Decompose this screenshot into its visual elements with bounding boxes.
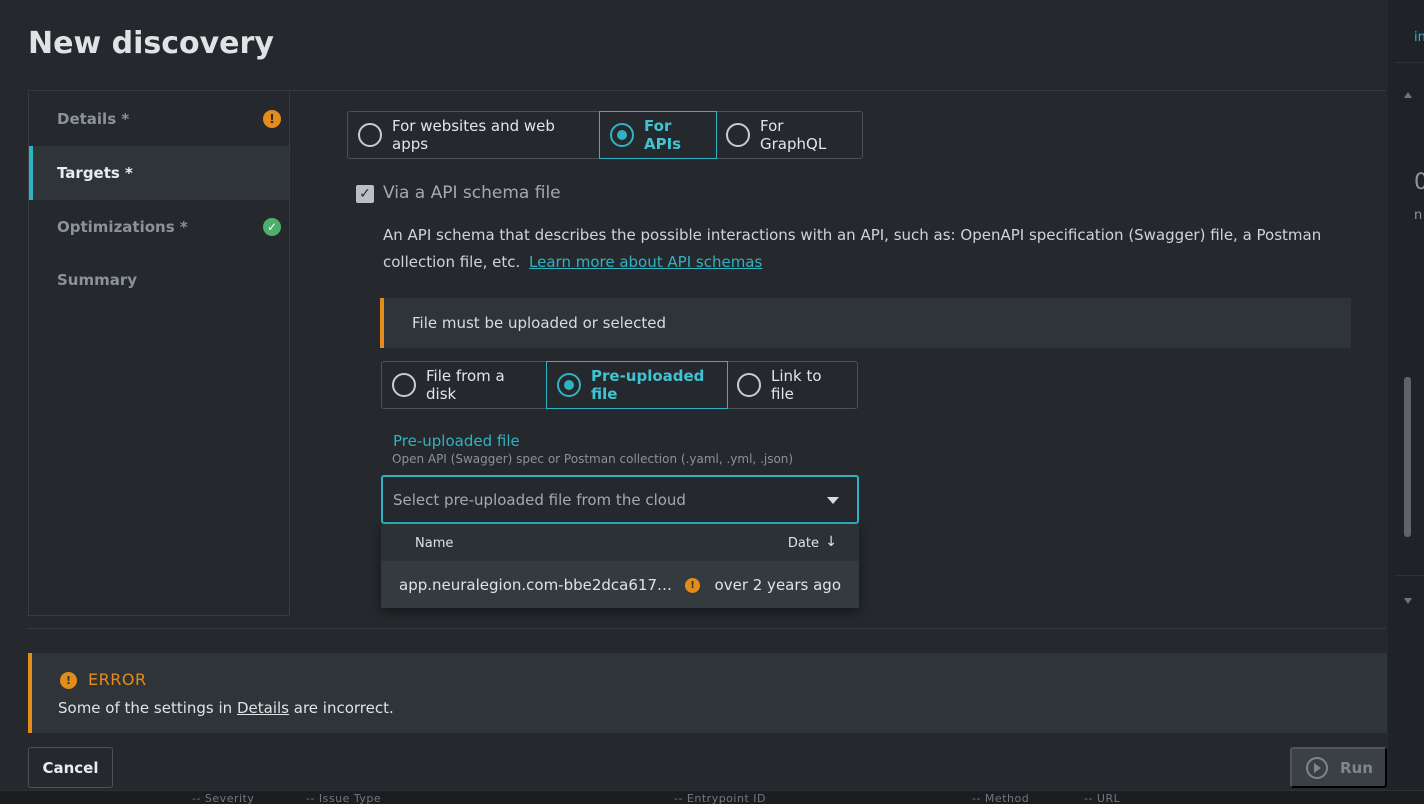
file-source-preuploaded[interactable]: Pre-uploaded file [546, 361, 728, 409]
target-type-websites[interactable]: For websites and web apps [348, 112, 600, 158]
file-name: app.neuralegion.com-bbe2dca6177d1... [399, 576, 681, 594]
radio-selected-icon [557, 373, 581, 397]
target-type-graphql[interactable]: For GraphQL [716, 112, 862, 158]
preuploaded-file-dropdown: Name Date ↓ app.neuralegion.com-bbe2dca6… [381, 524, 859, 608]
background-fragment: in [1414, 30, 1424, 45]
scroll-down-icon[interactable] [1404, 598, 1412, 604]
target-type-selector: For websites and web apps For APIs For G… [347, 111, 863, 159]
dropdown-header: Name Date ↓ [381, 524, 859, 560]
file-required-notice: File must be uploaded or selected [380, 298, 1351, 348]
radio-icon [726, 123, 750, 147]
error-message-suffix: are incorrect. [293, 699, 394, 717]
warning-icon: ! [685, 578, 700, 593]
description-text: An API schema that describes the possibl… [383, 226, 1322, 271]
column-header-name[interactable]: Name [415, 536, 453, 551]
column-header-date[interactable]: Date [788, 536, 819, 551]
file-source-link[interactable]: Link to file [727, 362, 857, 408]
option-label: Pre-uploaded file [591, 367, 705, 403]
caret-down-icon [827, 497, 839, 504]
notice-text: File must be uploaded or selected [412, 314, 667, 332]
background-column-method: -- Method [972, 792, 1030, 804]
background-divider [1394, 62, 1424, 63]
error-message: Some of the settings in Details are inco… [58, 699, 394, 717]
sidebar-item-optimizations[interactable]: Optimizations * ✓ [29, 200, 289, 254]
option-label: For websites and web apps [392, 117, 555, 153]
check-circle-icon: ✓ [263, 218, 281, 236]
warning-icon: ! [263, 110, 281, 128]
error-message-prefix: Some of the settings in [58, 699, 233, 717]
sidebar-item-details[interactable]: Details * ! [29, 92, 289, 146]
background-column-issue-type: -- Issue Type [306, 792, 382, 804]
api-schema-checkbox-label: Via a API schema file [383, 183, 561, 203]
target-type-apis[interactable]: For APIs [599, 111, 717, 159]
cancel-button[interactable]: Cancel [28, 747, 113, 788]
learn-more-link[interactable]: Learn more about API schemas [529, 253, 762, 271]
error-icon: ! [60, 672, 77, 689]
option-label: For APIs [644, 117, 682, 153]
sidebar-item-targets[interactable]: Targets * [29, 146, 289, 200]
background-column-url: -- URL [1084, 792, 1121, 804]
select-placeholder: Select pre-uploaded file from the cloud [393, 490, 686, 509]
api-schema-description: An API schema that describes the possibl… [383, 222, 1323, 276]
preuploaded-file-select[interactable]: Select pre-uploaded file from the cloud [381, 475, 859, 524]
sidebar-item-summary[interactable]: Summary [29, 253, 289, 307]
option-label: For GraphQL [760, 117, 827, 153]
play-icon [1306, 756, 1328, 779]
radio-icon [737, 373, 761, 397]
error-details-link[interactable]: Details [237, 699, 289, 717]
run-button-label: Run [1340, 758, 1373, 777]
file-date: over 2 years ago [714, 576, 841, 594]
api-schema-checkbox[interactable]: ✓ [356, 185, 374, 203]
file-source-selector: File from a disk Pre-uploaded file Link … [381, 361, 858, 409]
radio-icon [358, 123, 382, 147]
file-option-row[interactable]: app.neuralegion.com-bbe2dca6177d1... ! o… [381, 561, 859, 608]
preuploaded-field-hint: Open API (Swagger) spec or Postman colle… [392, 452, 794, 466]
sort-arrow-down-icon[interactable]: ↓ [825, 534, 837, 550]
steps-sidebar: Details * ! Targets * Optimizations * ✓ … [28, 92, 290, 616]
background-fragment: 01 [1414, 170, 1424, 195]
error-title: ERROR [88, 670, 147, 689]
page-scrollbar[interactable] [1402, 92, 1414, 604]
background-column-entrypoint: -- Entrypoint ID [674, 792, 766, 804]
file-source-disk[interactable]: File from a disk [382, 362, 547, 408]
radio-icon [392, 373, 416, 397]
background-fragment: n [1414, 208, 1423, 223]
preuploaded-field-label: Pre-uploaded file [393, 432, 520, 450]
dialog-title: New discovery [28, 26, 274, 61]
sidebar-item-label: Targets * [57, 164, 133, 182]
error-banner: ! ERROR Some of the settings in Details … [28, 653, 1387, 733]
sidebar-item-label: Summary [57, 271, 138, 289]
option-label: Link to file [771, 367, 822, 403]
scroll-up-icon[interactable] [1404, 92, 1412, 98]
sidebar-item-label: Details * [57, 110, 130, 128]
option-label: File from a disk [426, 367, 505, 403]
radio-selected-icon [610, 123, 634, 147]
background-column-severity: -- Severity [192, 792, 255, 804]
scrollbar-thumb[interactable] [1404, 377, 1411, 537]
background-table-header: -- Severity -- Issue Type -- Entrypoint … [0, 790, 1424, 804]
footer-divider [28, 628, 1386, 629]
header-divider [28, 90, 1386, 91]
new-discovery-dialog: New discovery Details * ! Targets * Opti… [0, 0, 1388, 790]
run-button[interactable]: Run [1290, 747, 1387, 788]
sidebar-item-label: Optimizations * [57, 218, 188, 236]
